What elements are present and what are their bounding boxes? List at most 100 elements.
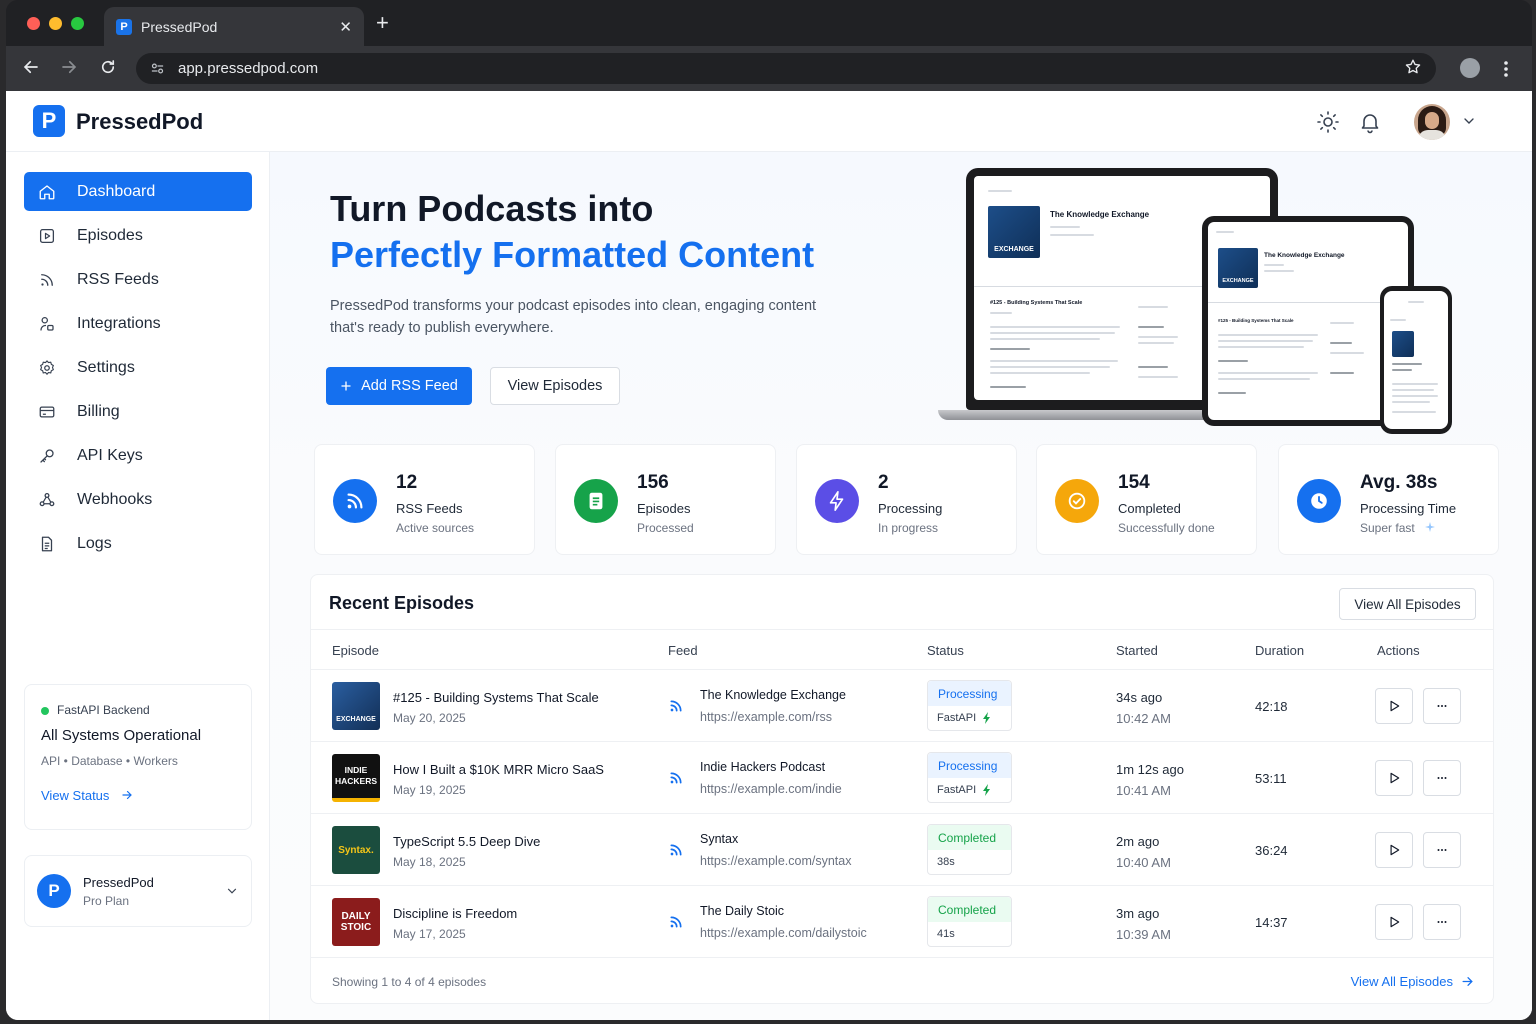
- status-text: Processing: [928, 681, 1011, 706]
- phone-cover: [1392, 331, 1414, 357]
- new-tab-button[interactable]: +: [376, 12, 389, 34]
- tablet-episode-title: #125 - Building Systems That Scale: [1218, 318, 1294, 323]
- reload-icon[interactable]: [99, 58, 117, 76]
- table-row[interactable]: INDIE HACKERS How I Built a $10K MRR Mic…: [311, 742, 1493, 814]
- sidebar-item-label: Settings: [77, 358, 135, 376]
- browser-tab[interactable]: P PressedPod ✕: [104, 7, 364, 46]
- started-time: 10:41 AM: [1116, 783, 1171, 798]
- sidebar-item-dashboard[interactable]: Dashboard: [24, 172, 252, 211]
- view-all-episodes-link-text: View All Episodes: [1350, 974, 1453, 989]
- stat-label: Completed: [1118, 501, 1181, 516]
- notification-bell-icon[interactable]: [1358, 110, 1382, 134]
- minimize-window-button[interactable]: [49, 17, 62, 30]
- add-rss-feed-button[interactable]: Add RSS Feed: [326, 367, 472, 405]
- gear-icon: [40, 359, 54, 375]
- rss-icon: [670, 844, 682, 856]
- bookmark-star-icon[interactable]: [1404, 58, 1422, 76]
- sidebar-item-billing[interactable]: Billing: [24, 392, 252, 431]
- play-icon: [1390, 772, 1400, 784]
- status-meta-text: FastAPI: [937, 712, 977, 724]
- sidebar-item-logs[interactable]: Logs: [24, 524, 252, 563]
- backend-label-text: FastAPI Backend: [57, 703, 150, 717]
- status-meta: FastAPI: [937, 784, 992, 796]
- chevron-down-icon[interactable]: [225, 884, 239, 898]
- theme-sun-icon[interactable]: [1316, 110, 1340, 134]
- status-meta-text: FastAPI: [937, 784, 977, 796]
- duration: 14:37: [1255, 915, 1288, 930]
- view-status-link[interactable]: View Status: [41, 788, 235, 803]
- sidebar-item-api-keys[interactable]: API Keys: [24, 436, 252, 475]
- back-arrow-icon[interactable]: [22, 58, 40, 76]
- stat-value: Avg. 38s: [1360, 472, 1438, 493]
- pagination-summary: Showing 1 to 4 of 4 episodes: [332, 975, 487, 989]
- integrations-icon: [40, 316, 54, 331]
- play-button[interactable]: [1375, 904, 1413, 940]
- feed-url[interactable]: https://example.com/rss: [700, 710, 832, 724]
- status-badge: Processing FastAPI: [927, 752, 1012, 803]
- feed-url[interactable]: https://example.com/indie: [700, 782, 842, 796]
- more-actions-button[interactable]: [1423, 760, 1461, 796]
- view-all-episodes-button[interactable]: View All Episodes: [1339, 588, 1476, 620]
- episode-title[interactable]: How I Built a $10K MRR Micro SaaS: [393, 762, 604, 777]
- address-bar-row: app.pressedpod.com: [6, 46, 1532, 91]
- episode-title[interactable]: Discipline is Freedom: [393, 906, 517, 921]
- play-button[interactable]: [1375, 760, 1413, 796]
- episode-title[interactable]: TypeScript 5.5 Deep Dive: [393, 834, 540, 849]
- logo-icon[interactable]: P: [33, 105, 65, 137]
- forward-arrow-icon[interactable]: [60, 58, 78, 76]
- feed-url[interactable]: https://example.com/syntax: [700, 854, 851, 868]
- app-header: P PressedPod: [6, 91, 1532, 152]
- table-row[interactable]: DAILY STOIC Discipline is Freedom May 17…: [311, 886, 1493, 958]
- browser-profile-icon[interactable]: [1460, 58, 1480, 78]
- maximize-window-button[interactable]: [71, 17, 84, 30]
- webhook-icon: [39, 492, 55, 506]
- brand-name[interactable]: PressedPod: [76, 109, 203, 135]
- episode-date: May 17, 2025: [393, 927, 466, 941]
- stat-sub: Processed: [637, 521, 694, 535]
- play-button[interactable]: [1375, 832, 1413, 868]
- feed-url[interactable]: https://example.com/dailystoic: [700, 926, 867, 940]
- user-avatar[interactable]: [1414, 104, 1450, 140]
- play-button[interactable]: [1375, 688, 1413, 724]
- chevron-down-icon[interactable]: [1461, 113, 1477, 129]
- sidebar-item-episodes[interactable]: Episodes: [24, 216, 252, 255]
- account-plan: Pro Plan: [83, 894, 130, 908]
- close-tab-icon[interactable]: ✕: [339, 18, 352, 36]
- table-row[interactable]: Syntax. TypeScript 5.5 Deep Dive May 18,…: [311, 814, 1493, 886]
- view-all-episodes-link[interactable]: View All Episodes: [1351, 974, 1474, 989]
- close-window-button[interactable]: [27, 17, 40, 30]
- column-header-duration[interactable]: Duration: [1255, 643, 1304, 658]
- table-row[interactable]: EXCHANGE #125 - Building Systems That Sc…: [311, 670, 1493, 742]
- episode-title[interactable]: #125 - Building Systems That Scale: [393, 690, 599, 705]
- duration: 53:11: [1255, 771, 1287, 786]
- column-header-feed[interactable]: Feed: [668, 643, 698, 658]
- phone-mockup: [1380, 286, 1452, 434]
- url-field[interactable]: app.pressedpod.com: [136, 53, 1436, 84]
- started-time: 10:42 AM: [1116, 711, 1171, 726]
- tab-title: PressedPod: [141, 18, 218, 35]
- rss-icon: [670, 772, 682, 784]
- more-actions-button[interactable]: [1423, 688, 1461, 724]
- mockup-episode-title: #125 - Building Systems That Scale: [990, 300, 1083, 306]
- backend-label: FastAPI Backend: [41, 703, 235, 717]
- sidebar-item-webhooks[interactable]: Webhooks: [24, 480, 252, 519]
- site-settings-icon[interactable]: [150, 61, 165, 76]
- column-header-status[interactable]: Status: [927, 643, 964, 658]
- column-header-actions: Actions: [1377, 643, 1420, 658]
- hero-title-accent: Perfectly Formatted Content: [330, 234, 815, 275]
- sidebar-item-rss-feeds[interactable]: RSS Feeds: [24, 260, 252, 299]
- column-header-episode[interactable]: Episode: [332, 643, 379, 658]
- stat-card-completed: 154 Completed Successfully done: [1036, 444, 1257, 555]
- stat-sub-text: Super fast: [1360, 521, 1415, 535]
- more-actions-button[interactable]: [1423, 832, 1461, 868]
- sidebar-item-settings[interactable]: Settings: [24, 348, 252, 387]
- stat-card-processing: 2 Processing In progress: [796, 444, 1017, 555]
- account-plan-card[interactable]: P PressedPod Pro Plan: [24, 855, 252, 927]
- column-header-started[interactable]: Started: [1116, 643, 1158, 658]
- sidebar-item-integrations[interactable]: Integrations: [24, 304, 252, 343]
- more-actions-button[interactable]: [1423, 904, 1461, 940]
- browser-menu-icon[interactable]: [1503, 60, 1509, 78]
- check-circle-icon: [1055, 479, 1099, 523]
- lightning-icon: [983, 784, 991, 796]
- view-episodes-button[interactable]: View Episodes: [490, 367, 620, 405]
